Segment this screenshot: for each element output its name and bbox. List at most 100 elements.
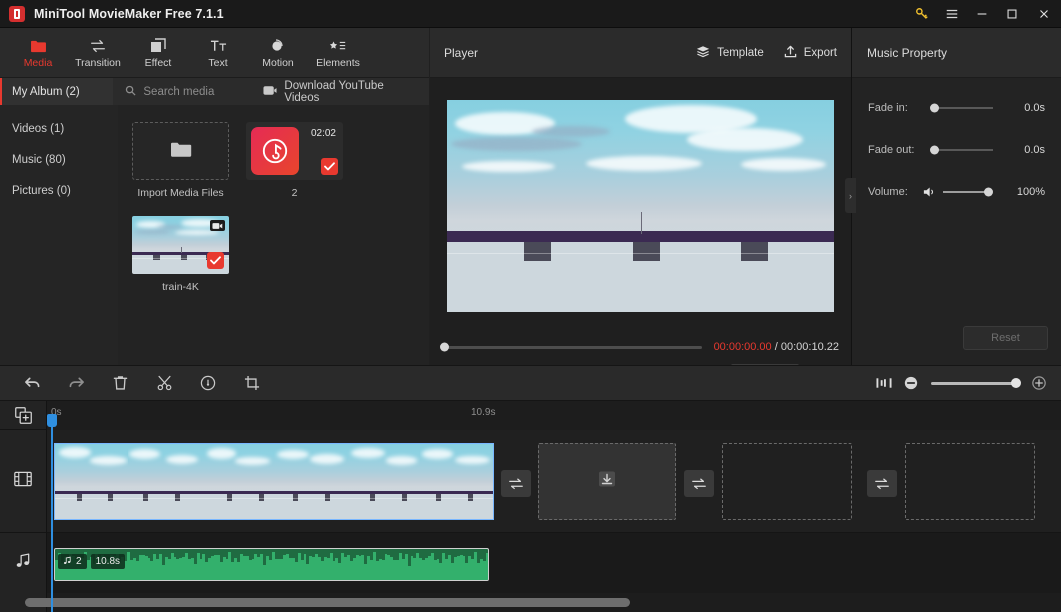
fade-out-slider[interactable]: [930, 145, 993, 154]
search-input[interactable]: [143, 85, 264, 98]
search-icon: [125, 83, 136, 101]
fade-out-value: 0.0s: [1024, 143, 1045, 156]
media-grid-row: train-4K: [132, 216, 429, 293]
transition-button[interactable]: [501, 470, 531, 497]
ribbon-tab-transition[interactable]: Transition: [68, 29, 128, 77]
current-time: 00:00:00.00: [713, 341, 772, 353]
redo-button[interactable]: [54, 365, 98, 401]
sidebar-item-music[interactable]: Music (80): [0, 144, 118, 175]
sidebar-item-videos[interactable]: Videos (1): [0, 113, 118, 144]
media-grid: Import Media Files 02:02 2 train-4K: [118, 105, 429, 365]
timeline-ruler[interactable]: 0s 10.9s: [47, 401, 1061, 429]
split-button[interactable]: [142, 365, 186, 401]
ribbon-tab-media[interactable]: Media: [8, 29, 68, 77]
audio-clip-tags: 2 10.8s: [58, 554, 126, 569]
import-media-button[interactable]: [132, 122, 229, 180]
total-time: 00:00:10.22: [780, 341, 839, 353]
clip-thumbnail: [200, 444, 274, 519]
timeline-zoom-slider[interactable]: [931, 378, 1021, 388]
media-item-audio[interactable]: 02:02 2: [246, 122, 343, 199]
fit-timeline-button[interactable]: [869, 365, 899, 401]
sidebar-item-pictures[interactable]: Pictures (0): [0, 175, 118, 206]
transition-button[interactable]: [867, 470, 897, 497]
text-tt-icon: [210, 37, 227, 55]
add-media-icon[interactable]: [0, 401, 46, 429]
ribbon-label-elements: Elements: [316, 56, 360, 69]
drop-slot[interactable]: [905, 443, 1035, 520]
volume-slider[interactable]: [943, 187, 993, 196]
player-header-actions: Template Export: [696, 45, 837, 61]
audio-track-header[interactable]: [0, 533, 46, 593]
app-logo-icon: [9, 5, 25, 22]
volume-value: 100%: [1016, 185, 1045, 198]
tab-my-album[interactable]: My Album (2): [0, 78, 114, 105]
timeline-panel: 0s 10.9s 2 10.8s: [0, 401, 1061, 612]
drop-slot[interactable]: [722, 443, 852, 520]
fade-in-handle[interactable]: [930, 103, 939, 112]
search-container: [113, 78, 264, 105]
audio-clip[interactable]: 2 10.8s: [54, 548, 489, 581]
audio-card[interactable]: 02:02: [246, 122, 343, 180]
volume-label: Volume:: [868, 185, 908, 198]
undo-button[interactable]: [10, 365, 54, 401]
clip-thumbnail: [419, 444, 493, 519]
template-button[interactable]: Template: [696, 45, 764, 61]
selected-check-icon[interactable]: [321, 158, 338, 175]
window-controls: [907, 0, 1061, 28]
timeline-playhead[interactable]: [47, 414, 57, 612]
video-preview[interactable]: [447, 100, 834, 312]
key-icon[interactable]: [907, 0, 937, 28]
ribbon-tab-effect[interactable]: Effect: [128, 29, 188, 77]
ribbon-label-transition: Transition: [75, 56, 121, 69]
maximize-button[interactable]: [997, 0, 1027, 28]
crop-button[interactable]: [230, 365, 274, 401]
playhead-handle[interactable]: [47, 414, 57, 427]
minimize-button[interactable]: [967, 0, 997, 28]
download-youtube-button[interactable]: Download YouTube Videos: [263, 78, 429, 105]
timeline-horizontal-scrollbar[interactable]: [25, 598, 630, 607]
video-track-header[interactable]: [0, 430, 46, 532]
drop-slot[interactable]: [538, 443, 676, 520]
hamburger-menu-icon[interactable]: [937, 0, 967, 28]
media-item-video[interactable]: train-4K: [132, 216, 229, 293]
app-window: MiniTool MovieMaker Free 7.1.1 Media Tra…: [0, 0, 1061, 612]
zoom-in-button[interactable]: [1027, 365, 1051, 401]
video-track[interactable]: [47, 430, 1061, 533]
video-thumbnail-card[interactable]: [132, 216, 229, 274]
reset-button[interactable]: Reset: [963, 326, 1048, 350]
layers-stack-icon: [696, 45, 710, 61]
seek-slider[interactable]: [440, 342, 702, 352]
window-title: MiniTool MovieMaker Free 7.1.1: [34, 6, 224, 21]
export-button[interactable]: Export: [784, 45, 837, 61]
collapse-panel-chevron-icon[interactable]: ›: [845, 178, 856, 213]
video-clip[interactable]: [54, 443, 494, 520]
zoom-out-button[interactable]: [899, 365, 923, 401]
property-row-fade-in: Fade in: 0.0s: [852, 92, 1061, 123]
close-button[interactable]: [1027, 0, 1061, 28]
audio-track[interactable]: 2 10.8s: [47, 533, 1061, 593]
preview-image: [447, 100, 834, 312]
fade-in-slider[interactable]: [930, 103, 993, 112]
selected-check-icon[interactable]: [207, 252, 224, 269]
ribbon-label-media: Media: [23, 56, 53, 69]
delete-button[interactable]: [98, 365, 142, 401]
volume-handle[interactable]: [984, 187, 993, 196]
property-panel: Music Property Fade in: 0.0s Fade out: 0…: [851, 28, 1061, 365]
fade-out-handle[interactable]: [930, 145, 939, 154]
transition-button[interactable]: [684, 470, 714, 497]
clip-thumbnail: [55, 444, 128, 519]
speed-button[interactable]: [186, 365, 230, 401]
fade-out-label: Fade out:: [868, 143, 915, 156]
template-label: Template: [717, 46, 764, 59]
ribbon-tab-text[interactable]: Text: [188, 29, 248, 77]
seek-handle[interactable]: [440, 342, 449, 352]
timeline-zoom-handle[interactable]: [1011, 378, 1021, 388]
seek-bar-row: 00:00:00.00 / 00:00:10.22: [430, 334, 851, 360]
title-bar: MiniTool MovieMaker Free 7.1.1: [0, 0, 1061, 28]
ribbon-tab-motion[interactable]: Motion: [248, 29, 308, 77]
player-title: Player: [444, 45, 479, 60]
volume-speaker-icon[interactable]: [923, 186, 937, 198]
ribbon-tab-elements[interactable]: Elements: [308, 29, 368, 77]
my-album-label: My Album (2): [12, 85, 80, 98]
media-grid-row: Import Media Files 02:02 2: [132, 122, 429, 199]
